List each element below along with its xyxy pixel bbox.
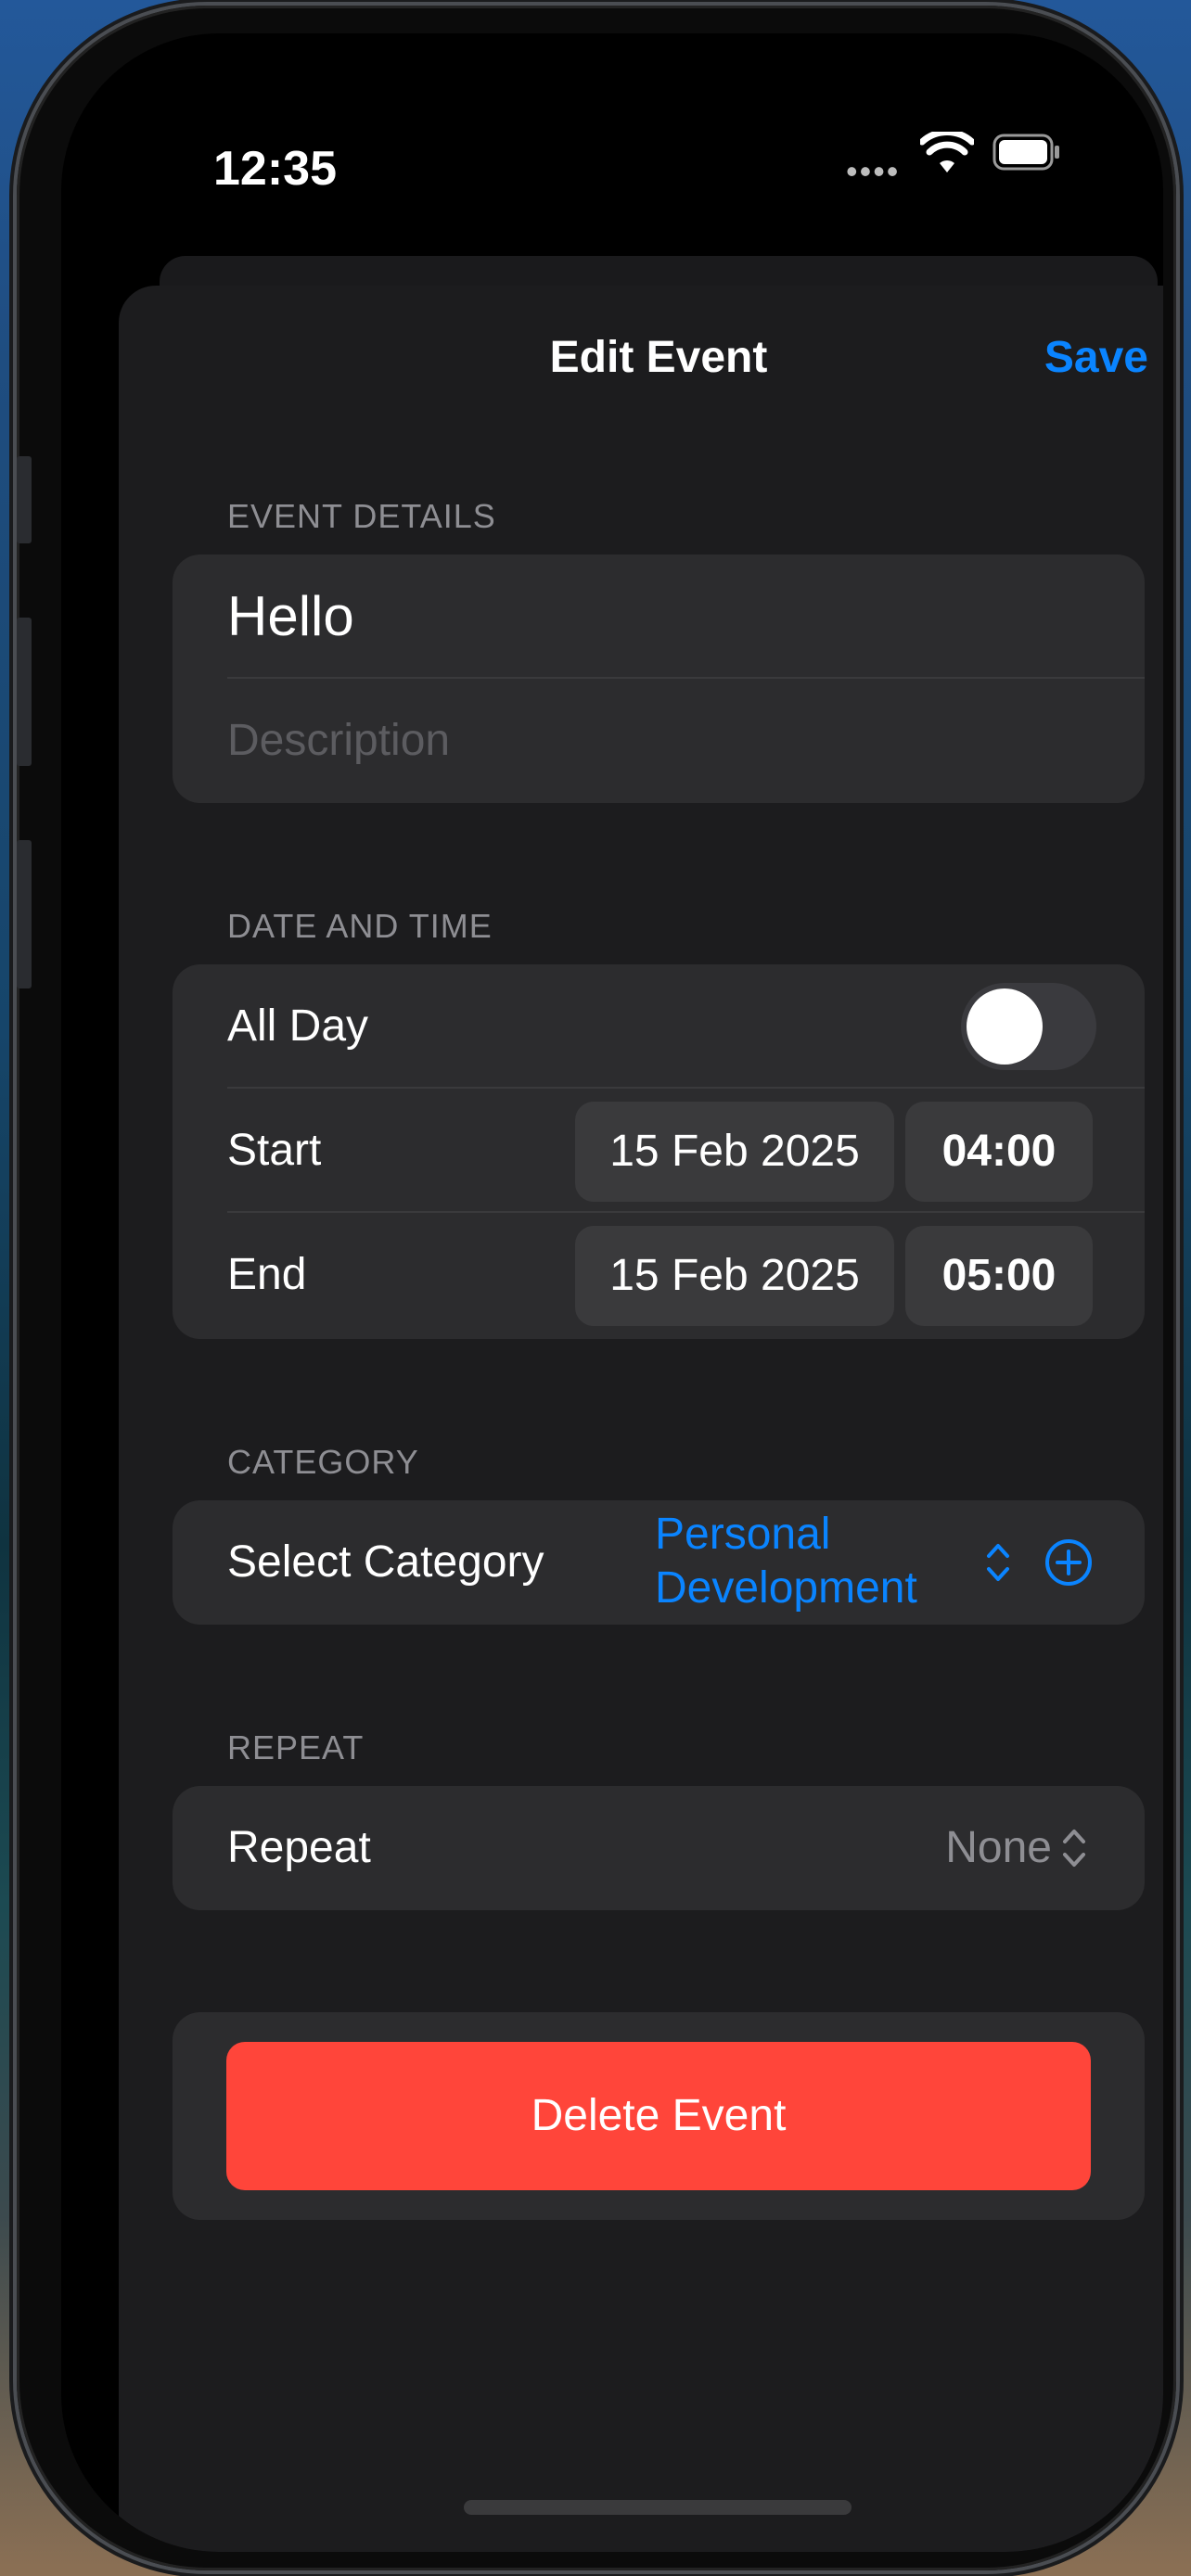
side-button [17, 840, 32, 988]
description-row: Description [173, 679, 1145, 803]
all-day-toggle[interactable] [961, 983, 1096, 1070]
page-title: Edit Event [549, 333, 768, 382]
repeat-row: Repeat None [173, 1786, 1145, 1910]
cellular-signal-icon: •••• [846, 152, 901, 190]
section-header-date-time: DATE AND TIME [227, 907, 493, 945]
edit-event-sheet: Edit Event Save EVENT DETAILS Hello Desc… [119, 286, 1163, 2552]
end-date-picker[interactable]: 15 Feb 2025 [575, 1226, 894, 1326]
toggle-knob [967, 988, 1043, 1065]
side-button [17, 618, 32, 766]
all-day-row: All Day [173, 964, 1145, 1089]
event-details-group: Hello Description [173, 555, 1145, 803]
section-header-category: CATEGORY [227, 1443, 419, 1481]
chevron-up-down-icon[interactable] [985, 1541, 1011, 1584]
category-label: Select Category [227, 1537, 544, 1587]
side-button [17, 456, 32, 543]
status-time: 12:35 [213, 142, 337, 196]
plus-circle-icon[interactable] [1044, 1538, 1093, 1587]
screen: 12:35 •••• Edit Event Save EVENT DETAILS… [61, 33, 1163, 2552]
section-header-repeat: REPEAT [227, 1728, 365, 1766]
start-row: Start 15 Feb 2025 04:00 [173, 1089, 1145, 1213]
date-time-group: All Day Start 15 Feb 2025 04:00 End 15 F… [173, 964, 1145, 1339]
repeat-label: Repeat [227, 1823, 371, 1872]
category-row: Select Category Personal Development [173, 1500, 1145, 1625]
chevron-up-down-icon[interactable] [1061, 1827, 1087, 1869]
description-input[interactable]: Description [227, 679, 450, 803]
end-time-picker[interactable]: 05:00 [905, 1226, 1093, 1326]
start-date-picker[interactable]: 15 Feb 2025 [575, 1102, 894, 1202]
start-time-picker[interactable]: 04:00 [905, 1102, 1093, 1202]
status-bar: 12:35 •••• [61, 33, 1163, 219]
title-row: Hello [173, 555, 1145, 679]
end-label: End [227, 1250, 307, 1299]
section-header-event-details: EVENT DETAILS [227, 497, 496, 535]
category-picker[interactable]: Personal Development [655, 1508, 952, 1615]
start-label: Start [227, 1126, 322, 1175]
title-input[interactable]: Hello [227, 555, 354, 679]
all-day-label: All Day [227, 1001, 369, 1051]
save-button[interactable]: Save [1044, 332, 1148, 383]
repeat-picker[interactable]: None [945, 1786, 1052, 1910]
category-group: Select Category Personal Development [173, 1500, 1145, 1625]
end-row: End 15 Feb 2025 05:00 [173, 1213, 1145, 1337]
wifi-icon [920, 132, 974, 172]
repeat-group: Repeat None [173, 1786, 1145, 1910]
delete-group: Delete Event [173, 2012, 1145, 2220]
home-indicator[interactable] [464, 2500, 852, 2515]
battery-icon [992, 134, 1059, 171]
phone-frame: 12:35 •••• Edit Event Save EVENT DETAILS… [17, 6, 1176, 2570]
delete-event-button[interactable]: Delete Event [226, 2042, 1091, 2190]
